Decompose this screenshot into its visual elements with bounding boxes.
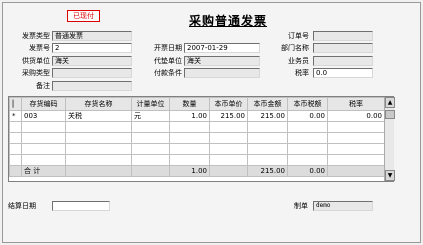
- column-header[interactable]: 存货编码: [21, 97, 66, 111]
- invoice-type-field[interactable]: 普通发票: [52, 31, 132, 41]
- tax-rate-field[interactable]: 0.0: [313, 68, 373, 78]
- row-marker: *: [9, 110, 22, 122]
- total-tax: 0.00: [287, 165, 328, 177]
- detail-grid[interactable]: ▏ 存货编码 存货名称 计量单位 数量 本币单价 本币金额 本币税额 税率 * …: [8, 96, 395, 182]
- order-no-label: 订单号: [288, 32, 309, 40]
- purchase-type-label: 采购类型: [22, 69, 50, 77]
- scroll-down-icon[interactable]: ▼: [385, 170, 395, 181]
- row-selector-header: ▏: [9, 97, 22, 111]
- salesman-field[interactable]: [313, 56, 373, 66]
- total-quantity: 1.00: [169, 165, 210, 177]
- table-cell[interactable]: 003: [21, 110, 66, 122]
- total-label: 合 计: [21, 165, 66, 177]
- department-label: 部门名称: [281, 44, 309, 52]
- scroll-thumb[interactable]: [385, 110, 395, 119]
- table-cell[interactable]: 215.00: [209, 110, 248, 122]
- vertical-scrollbar[interactable]: ▲ ▼: [384, 97, 395, 181]
- invoice-no-label: 发票号: [29, 44, 50, 52]
- column-header[interactable]: 存货名称: [65, 97, 132, 111]
- purchase-type-field[interactable]: [52, 68, 132, 78]
- agent-unit-field[interactable]: 海关: [184, 56, 260, 66]
- grid-header-row: ▏ 存货编码 存货名称 计量单位 数量 本币单价 本币金额 本币税额 税率: [9, 97, 385, 111]
- supplier-field[interactable]: 海关: [52, 56, 132, 66]
- table-row[interactable]: * 003 关税 元 1.00 215.00 215.00 0.00 0.00: [9, 110, 385, 122]
- order-no-field[interactable]: [313, 31, 373, 41]
- total-amount: 215.00: [247, 165, 288, 177]
- column-header[interactable]: 计量单位: [131, 97, 170, 111]
- remark-label: 备注: [36, 82, 50, 90]
- status-badge: 已现付: [67, 10, 100, 22]
- table-row[interactable]: [9, 121, 385, 133]
- agent-unit-label: 代垫单位: [154, 57, 182, 65]
- supplier-label: 供货单位: [22, 57, 50, 65]
- remark-field[interactable]: [52, 81, 132, 91]
- column-header[interactable]: 本币税额: [287, 97, 328, 111]
- total-row: 合 计 1.00 215.00 0.00: [9, 165, 385, 177]
- table-cell[interactable]: 0.00: [287, 110, 328, 122]
- table-cell[interactable]: 1.00: [169, 110, 210, 122]
- maker-label: 制单: [294, 202, 308, 210]
- page-title: 采购普通发票: [188, 14, 267, 28]
- table-row[interactable]: [9, 143, 385, 155]
- payment-terms-field[interactable]: [184, 68, 260, 78]
- table-cell[interactable]: 0.00: [327, 110, 385, 122]
- salesman-label: 业务员: [288, 57, 309, 65]
- column-header[interactable]: 本币金额: [247, 97, 288, 111]
- invoice-no-field[interactable]: 2: [52, 43, 132, 53]
- scroll-up-icon[interactable]: ▲: [385, 97, 395, 108]
- settle-date-label: 结算日期: [8, 202, 36, 210]
- department-field[interactable]: [313, 43, 373, 53]
- table-cell[interactable]: 关税: [65, 110, 132, 122]
- table-cell[interactable]: 215.00: [247, 110, 288, 122]
- invoice-date-label: 开票日期: [154, 44, 182, 52]
- invoice-date-field[interactable]: 2007-01-29: [184, 43, 260, 53]
- table-row[interactable]: [9, 132, 385, 144]
- settle-date-field[interactable]: [52, 201, 110, 211]
- column-header[interactable]: 本币单价: [209, 97, 248, 111]
- payment-terms-label: 付款条件: [154, 69, 182, 77]
- invoice-type-label: 发票类型: [22, 32, 50, 40]
- maker-field[interactable]: demo: [313, 201, 373, 211]
- table-row[interactable]: [9, 154, 385, 166]
- tax-rate-label: 税率: [295, 69, 309, 77]
- column-header[interactable]: 数量: [169, 97, 210, 111]
- column-header[interactable]: 税率: [327, 97, 385, 111]
- table-cell[interactable]: 元: [131, 110, 170, 122]
